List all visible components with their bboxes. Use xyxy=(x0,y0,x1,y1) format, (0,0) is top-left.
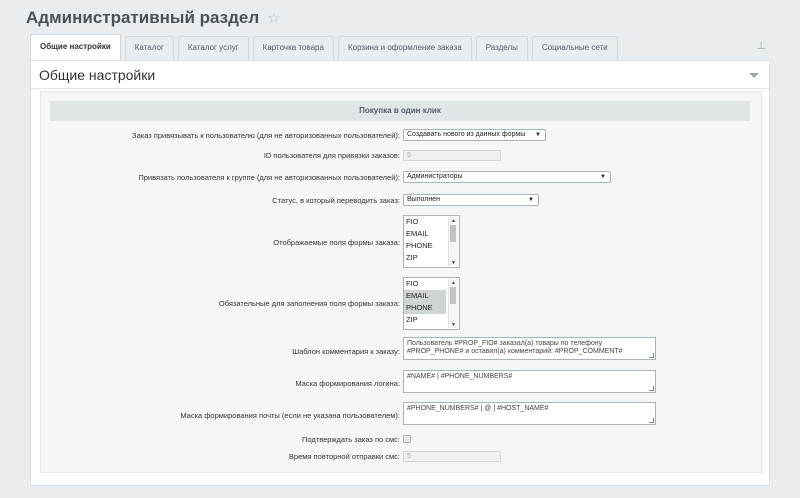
list-option[interactable]: ZIP xyxy=(404,252,446,264)
divider xyxy=(31,88,769,89)
panel-title: Общие настройки xyxy=(39,67,156,83)
sms-confirm-checkbox[interactable] xyxy=(403,435,411,443)
chevron-down-icon[interactable] xyxy=(749,73,759,78)
comment-template-line: #PROP_PHONE# и оставил(а) комментарий: #… xyxy=(407,348,623,355)
email-mask-label: Маска формирования почты (если не указан… xyxy=(180,411,400,420)
dropdown-arrow-icon: ▼ xyxy=(535,132,541,138)
sms-resend-input[interactable]: 5 xyxy=(403,451,501,462)
login-mask-textarea[interactable]: #NAME# | #PHONE_NUMBERS# xyxy=(403,370,656,393)
tab-product-card[interactable]: Карточка товара xyxy=(252,36,334,60)
settings-section: Покупка в один клик Заказ привязывать к … xyxy=(40,91,762,473)
scroll-down-icon[interactable]: ▼ xyxy=(451,322,456,328)
list-option[interactable]: FIO xyxy=(404,216,446,228)
sms-confirm-label: Подтверждать заказ по смс: xyxy=(302,435,400,444)
display-fields-label: Отображаемые поля формы заказа: xyxy=(273,238,400,247)
tab-services-catalog[interactable]: Каталог услуг xyxy=(177,36,249,60)
login-mask-value: #NAME# | #PHONE_NUMBERS# xyxy=(407,373,513,380)
scroll-thumb[interactable] xyxy=(450,287,456,304)
status-select[interactable]: Выполнен ▼ xyxy=(403,194,539,206)
tab-catalog[interactable]: Каталог xyxy=(124,36,174,60)
email-mask-value: #PHONE_NUMBERS# | @ | #HOST_NAME# xyxy=(407,405,549,412)
login-mask-label: Маска формирования логина: xyxy=(295,379,400,388)
scroll-up-icon[interactable]: ▲ xyxy=(451,280,456,286)
comment-template-label: Шаблон комментария к заказу: xyxy=(292,347,400,356)
list-option[interactable]: FIO xyxy=(404,278,446,290)
sms-resend-label: Время повторной отправки смс: xyxy=(288,452,400,461)
tab-cart-checkout[interactable]: Корзина и оформление заказа xyxy=(337,36,472,60)
user-id-label: ID пользователя для привязки заказов: xyxy=(263,151,400,160)
scroll-up-icon[interactable]: ▲ xyxy=(451,218,456,224)
status-value: Выполнен xyxy=(407,196,440,203)
bind-user-select[interactable]: Создавать нового из данных формы ▼ xyxy=(403,129,546,141)
list-option[interactable]: ZIP xyxy=(404,314,446,326)
tab-general-settings[interactable]: Общие настройки xyxy=(30,34,121,60)
list-option[interactable]: EMAIL xyxy=(404,228,446,240)
resize-grip-icon[interactable] xyxy=(649,353,654,358)
list-option[interactable]: PHONE xyxy=(404,240,446,252)
listbox-scrollbar[interactable]: ▲ ▼ xyxy=(448,217,458,266)
list-option-selected[interactable]: PHONE xyxy=(404,302,446,314)
tab-social-networks[interactable]: Социальные сети xyxy=(531,36,618,60)
bind-group-value: Администраторы xyxy=(407,173,463,180)
display-fields-listbox[interactable]: FIO EMAIL PHONE ZIP ▲ ▼ xyxy=(403,215,460,268)
bind-user-label: Заказ привязывать к пользователю (для не… xyxy=(132,131,400,140)
tab-bar: Общие настройки Каталог Каталог услуг Ка… xyxy=(30,34,770,60)
bind-group-select[interactable]: Администраторы ▼ xyxy=(403,171,611,183)
tab-sections[interactable]: Разделы xyxy=(475,36,528,60)
resize-grip-icon[interactable] xyxy=(649,418,654,423)
bind-group-label: Привязать пользователя к группе (для не … xyxy=(138,173,400,182)
required-fields-listbox[interactable]: FIO EMAIL PHONE ZIP ▲ ▼ xyxy=(403,277,460,330)
bind-user-value: Создавать нового из данных формы xyxy=(407,131,526,138)
status-label: Статус, в который переводить заказ: xyxy=(272,196,400,205)
listbox-scrollbar[interactable]: ▲ ▼ xyxy=(448,279,458,328)
star-icon[interactable]: ☆ xyxy=(267,9,280,27)
resize-grip-icon[interactable] xyxy=(649,386,654,391)
settings-panel: Общие настройки Покупка в один клик Зака… xyxy=(30,60,770,486)
required-fields-label: Обязательные для заполнения поля формы з… xyxy=(218,299,400,308)
scroll-thumb[interactable] xyxy=(450,225,456,242)
dropdown-arrow-icon: ▼ xyxy=(600,174,606,180)
page-title: Административный раздел ☆ xyxy=(26,8,281,28)
pin-icon[interactable]: ⊥ xyxy=(756,39,766,52)
user-id-input[interactable]: 5 xyxy=(403,150,501,161)
dropdown-arrow-icon: ▼ xyxy=(528,197,534,203)
page-title-text: Административный раздел xyxy=(26,8,260,27)
comment-template-textarea[interactable]: Пользователь #PROP_FIO# заказал(а) товар… xyxy=(403,337,656,360)
list-option-selected[interactable]: EMAIL xyxy=(404,290,446,302)
section-header: Покупка в один клик xyxy=(50,101,750,121)
comment-template-line: Пользователь #PROP_FIO# заказал(а) товар… xyxy=(407,340,603,347)
email-mask-textarea[interactable]: #PHONE_NUMBERS# | @ | #HOST_NAME# xyxy=(403,402,656,425)
scroll-down-icon[interactable]: ▼ xyxy=(451,260,456,266)
